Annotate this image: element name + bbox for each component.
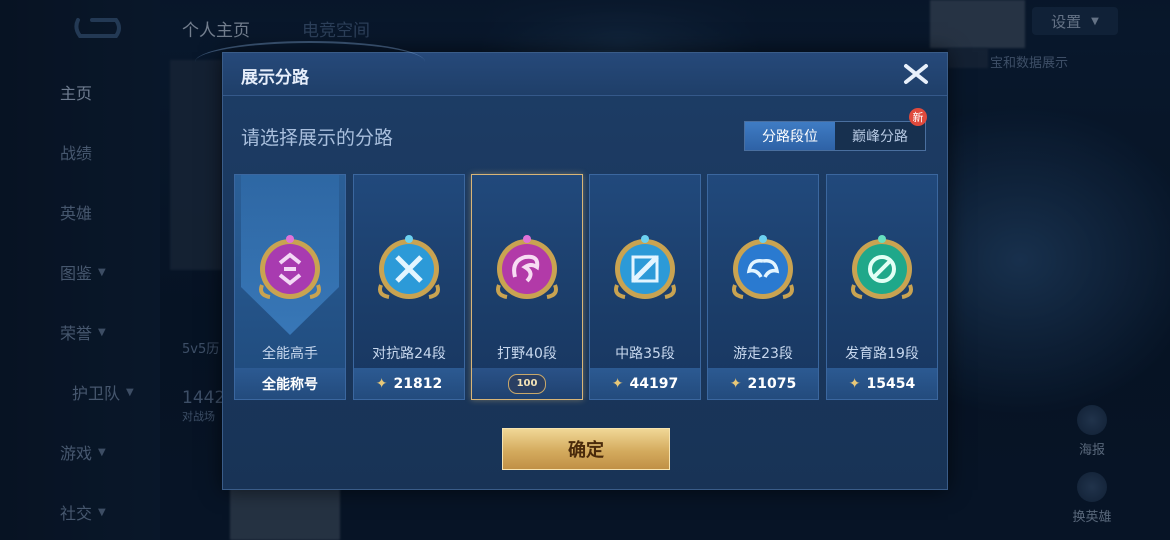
dialog-subtitle: 请选择展示的分路 bbox=[241, 127, 394, 149]
wand-emblem-icon bbox=[614, 235, 676, 299]
card-score: 21812 bbox=[393, 375, 443, 392]
crossed-swords-emblem-icon bbox=[378, 235, 440, 299]
card-footer-text: 全能称号 bbox=[262, 376, 318, 393]
segment-control: 分路段位 巅峰分路 新 bbox=[744, 108, 927, 151]
card-label: 游走23段 bbox=[733, 346, 793, 362]
card-footer: ✦ 21812 bbox=[354, 368, 464, 399]
card-label: 全能高手 bbox=[262, 346, 318, 362]
confirm-label: 确定 bbox=[568, 440, 604, 461]
score-icon: ✦ bbox=[848, 375, 861, 392]
score-icon: ✦ bbox=[729, 375, 742, 392]
card-label: 发育路19段 bbox=[845, 346, 919, 362]
lane-card-mid[interactable]: 中路35段 ✦ 44197 bbox=[589, 174, 701, 400]
close-button[interactable] bbox=[899, 59, 933, 89]
close-icon bbox=[904, 64, 928, 84]
card-footer: ✦ 44197 bbox=[590, 368, 700, 399]
target-emblem-icon bbox=[851, 235, 913, 299]
card-footer: 100 bbox=[472, 368, 582, 399]
score-icon: ✦ bbox=[375, 375, 388, 392]
card-score: 44197 bbox=[629, 375, 679, 392]
card-footer: ✦ 21075 bbox=[708, 368, 818, 399]
card-label: 对抗路24段 bbox=[372, 346, 446, 362]
confirm-button[interactable]: 确定 bbox=[502, 428, 670, 470]
segment-lane-rank[interactable]: 分路段位 bbox=[745, 122, 835, 150]
all-round-emblem-icon bbox=[259, 235, 321, 299]
lane-card-all-round[interactable]: 全能高手 全能称号 bbox=[234, 174, 346, 400]
card-label: 打野40段 bbox=[497, 346, 557, 362]
card-score: 21075 bbox=[747, 375, 797, 392]
lane-card-jungle[interactable]: 打野40段 100 bbox=[471, 174, 583, 400]
lane-card-roam[interactable]: 游走23段 ✦ 21075 bbox=[707, 174, 819, 400]
header-swoosh-decoration bbox=[195, 41, 425, 83]
lane-card-clash[interactable]: 对抗路24段 ✦ 21812 bbox=[353, 174, 465, 400]
lane-card-farm[interactable]: 发育路19段 ✦ 15454 bbox=[826, 174, 938, 400]
card-score: 15454 bbox=[866, 375, 916, 392]
segment-label: 巅峰分路 bbox=[852, 129, 908, 145]
card-footer: 全能称号 bbox=[235, 368, 345, 399]
wings-emblem-icon bbox=[732, 235, 794, 299]
lane-select-dialog: 展示分路 请选择展示的分路 分路段位 巅峰分路 新 全能高手 全能称号 对抗路2… bbox=[195, 41, 948, 490]
dialog-header: 展示分路 bbox=[195, 41, 947, 96]
dialog-title: 展示分路 bbox=[241, 68, 309, 88]
card-label: 中路35段 bbox=[615, 346, 675, 362]
score-icon: ✦ bbox=[611, 375, 624, 392]
segment-peak-lane[interactable]: 巅峰分路 新 bbox=[835, 108, 927, 150]
dragon-emblem-icon bbox=[496, 235, 558, 299]
card-footer: ✦ 15454 bbox=[827, 368, 937, 399]
segment-label: 分路段位 bbox=[762, 129, 818, 145]
new-badge: 新 bbox=[909, 108, 927, 126]
level-badge: 100 bbox=[508, 373, 546, 394]
